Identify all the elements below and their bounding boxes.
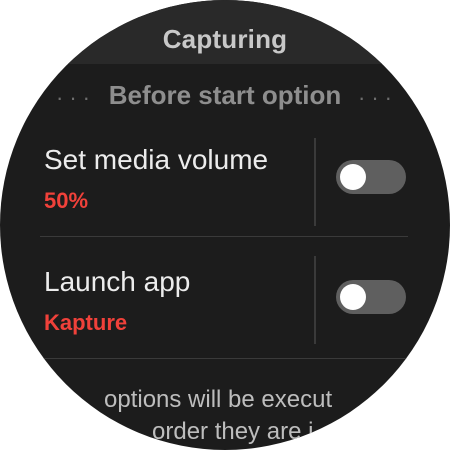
launch-app-toggle[interactable] — [336, 280, 406, 314]
footer-description: options will be execut order they are i — [0, 380, 450, 450]
toggle-knob — [340, 164, 366, 190]
footer-text: options will be execut order they are i — [64, 384, 424, 448]
row-divider — [40, 358, 408, 359]
option-title: Set media volume — [44, 144, 269, 175]
option-row-media-volume[interactable]: Set media volume 50% — [0, 130, 450, 250]
app-header: Capturing — [0, 0, 450, 64]
row-divider — [40, 236, 408, 237]
section-dots-right: ··· — [358, 85, 398, 110]
option-value: Kapture — [44, 310, 128, 335]
option-row-launch-app[interactable]: Launch app Kapture — [0, 252, 450, 372]
media-volume-toggle[interactable] — [336, 160, 406, 194]
option-title: Launch app — [44, 266, 191, 297]
option-value: 50% — [44, 188, 89, 213]
page-title: Capturing — [162, 24, 288, 54]
toggle-knob — [340, 284, 366, 310]
footer-line-1: options will be execut — [104, 386, 333, 413]
footer-line-2: order they are i — [152, 418, 314, 445]
watch-screen: Capturing ··· Before start option ··· Se… — [0, 0, 450, 450]
section-header: ··· Before start option ··· — [0, 78, 450, 112]
vertical-divider — [314, 256, 316, 344]
vertical-divider — [314, 138, 316, 226]
